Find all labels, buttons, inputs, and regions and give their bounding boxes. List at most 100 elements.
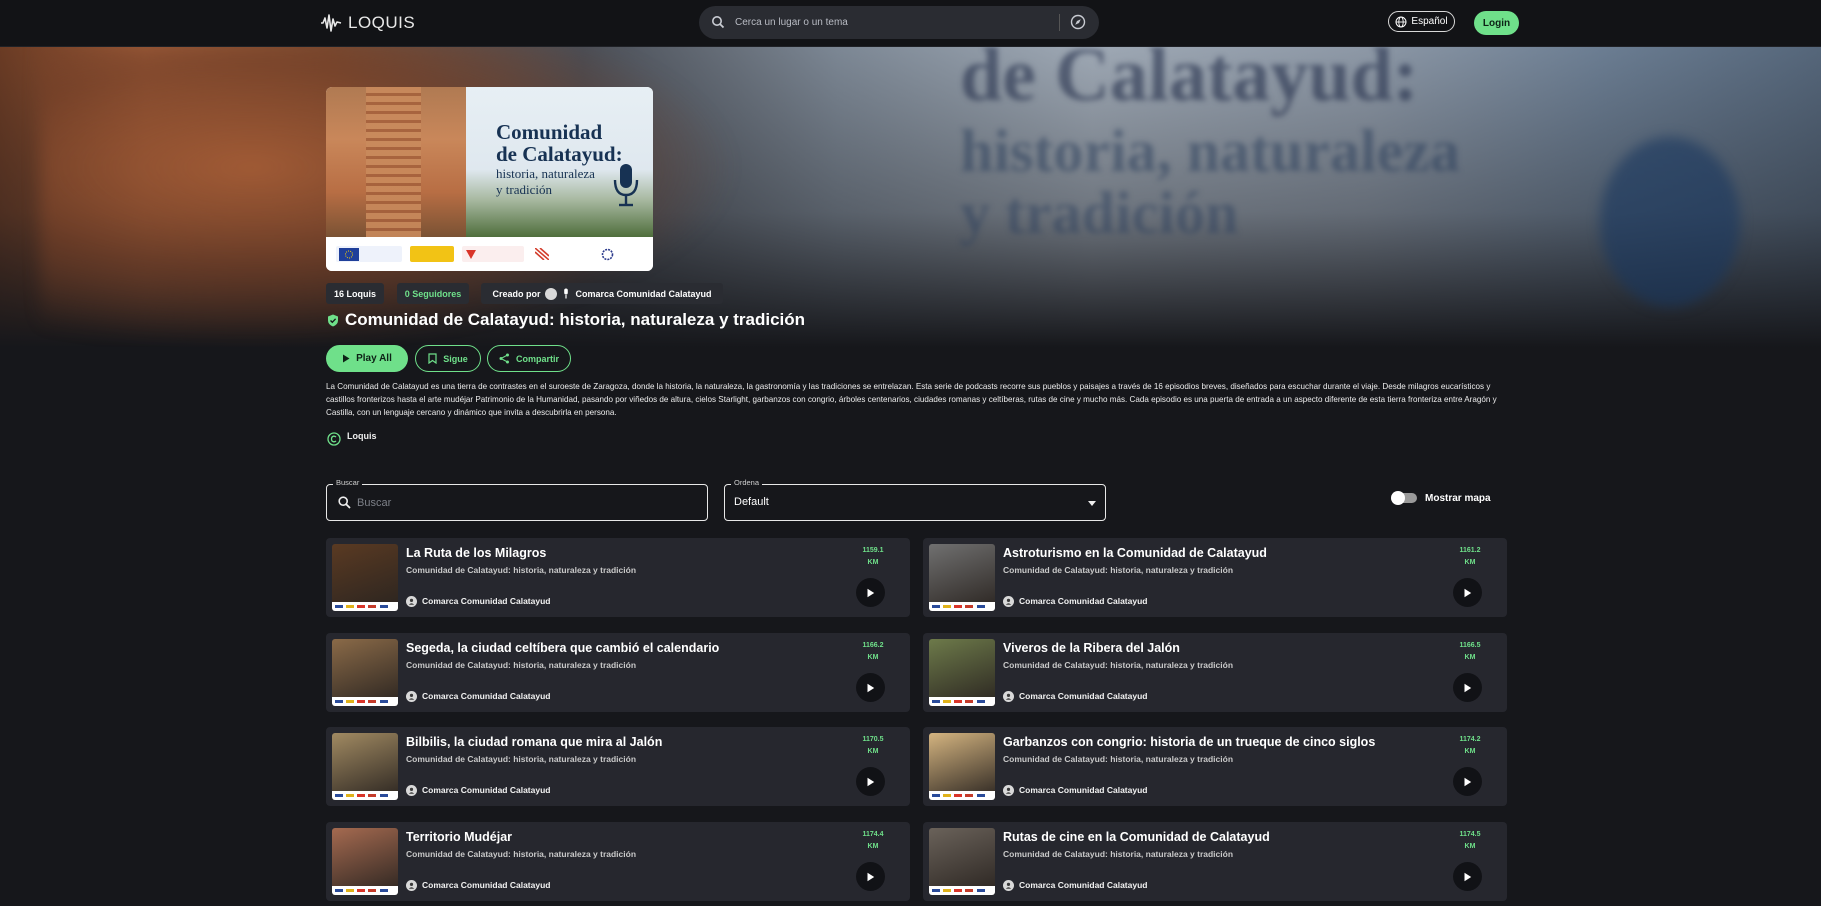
global-search[interactable] [699,6,1099,39]
distance-unit: KM [1464,748,1476,755]
distance-badge: 1159.1 KM [860,545,886,569]
episode-card[interactable]: Viveros de la Ribera del Jalón Comunidad … [923,633,1507,712]
thumbnail-sponsor-band [929,602,995,611]
share-icon [499,353,509,364]
distance-badge: 1174.4 KM [860,829,886,853]
author-avatar [406,784,417,796]
share-button[interactable]: Compartir [487,345,571,372]
collection-title: Comunidad de Calatayud: historia, natura… [345,310,806,329]
episode-play-button[interactable] [1453,673,1482,702]
compass-icon[interactable] [1070,14,1086,30]
show-map-toggle[interactable]: Mostrar mapa [1391,490,1491,506]
follow-button[interactable]: Sigue [415,345,481,372]
episode-author[interactable]: Comarca Comunidad Calatayud [406,784,550,796]
distance-unit: KM [867,559,879,566]
author-name: Comarca Comunidad Calatayud [422,880,551,890]
episode-author[interactable]: Comarca Comunidad Calatayud [1003,784,1147,796]
episode-author[interactable]: Comarca Comunidad Calatayud [406,879,550,891]
play-icon [1464,683,1472,692]
author-avatar [1003,690,1014,702]
episode-thumbnail[interactable] [929,828,995,895]
thumbnail-sponsor-band [332,602,398,611]
episode-title[interactable]: Viveros de la Ribera del Jalón [1003,641,1180,655]
loquis-logo[interactable]: LOQUIS [320,12,415,34]
distance-badge: 1174.2 KM [1457,734,1483,758]
episode-title[interactable]: Rutas de cine en la Comunidad de Calatay… [1003,830,1270,844]
distance-value: 1174.5 [1459,831,1481,838]
distance-value: 1166.2 [862,642,884,649]
episode-play-button[interactable] [856,862,885,891]
episode-play-button[interactable] [856,767,885,796]
play-icon [1464,588,1472,597]
episode-author[interactable]: Comarca Comunidad Calatayud [406,595,550,607]
distance-value: 1166.5 [1459,642,1481,649]
distance-unit: KM [867,843,879,850]
episode-thumbnail[interactable] [332,828,398,895]
distance-badge: 1166.2 KM [860,640,886,664]
podcaster-icon [408,693,415,700]
episode-collection: Comunidad de Calatayud: historia, natura… [1003,849,1234,859]
order-select[interactable]: Ordena Default [724,478,1106,521]
thumbnail-sponsor-band [332,886,398,895]
episode-search-label: Buscar [333,478,363,487]
episode-card[interactable]: La Ruta de los Milagros Comunidad de Cala… [326,538,910,617]
eu-logo [336,246,402,262]
episode-play-button[interactable] [1453,862,1482,891]
episode-thumbnail[interactable] [332,639,398,706]
episode-card[interactable]: Astroturismo en la Comunidad de Calatayu… [923,538,1507,617]
creator-chip[interactable]: Creado por Comarca Comunidad Calatayud [481,283,723,304]
distance-value: 1174.2 [1459,736,1481,743]
episode-thumbnail[interactable] [332,733,398,800]
distance-value: 1159.1 [862,547,884,554]
caret-down-icon [1088,501,1096,506]
episode-card[interactable]: Segeda, la ciudad celtíbera que cambió e… [326,633,910,712]
episode-author[interactable]: Comarca Comunidad Calatayud [1003,879,1147,891]
microphone-small-icon [564,288,569,299]
distance-badge: 1161.2 KM [1457,545,1483,569]
language-button[interactable]: Español [1388,11,1455,32]
author-name: Comarca Comunidad Calatayud [1019,880,1148,890]
episode-card[interactable]: Garbanzos con congrio: historia de un tr… [923,727,1507,806]
episode-title[interactable]: Astroturismo en la Comunidad de Calatayu… [1003,546,1267,560]
episode-play-button[interactable] [856,578,885,607]
order-label: Ordena [731,478,763,487]
episode-title[interactable]: Segeda, la ciudad celtíbera que cambió e… [406,641,719,655]
episode-author[interactable]: Comarca Comunidad Calatayud [1003,595,1147,607]
episode-title[interactable]: Territorio Mudéjar [406,830,512,844]
podcaster-icon [1005,787,1012,794]
author-avatar [406,879,417,891]
distance-value: 1161.2 [1459,547,1481,554]
episode-thumbnail[interactable] [332,544,398,611]
page-title: Comunidad de Calatayud: historia, natura… [327,309,805,331]
distance-unit: KM [1464,654,1476,661]
episode-play-button[interactable] [1453,767,1482,796]
distance-badge: 1174.5 KM [1457,829,1483,853]
episode-play-button[interactable] [856,673,885,702]
episode-card[interactable]: Rutas de cine en la Comunidad de Calatay… [923,822,1507,901]
play-icon [867,777,875,786]
episode-thumbnail[interactable] [929,733,995,800]
episode-card[interactable]: Bilbilis, la ciudad romana que mira al J… [326,727,910,806]
episode-title[interactable]: Garbanzos con congrio: historia de un tr… [1003,735,1375,749]
show-map-label: Mostrar mapa [1425,492,1491,504]
episode-play-button[interactable] [1453,578,1482,607]
distance-unit: KM [1464,559,1476,566]
episode-author[interactable]: Comarca Comunidad Calatayud [406,690,550,702]
podcaster-icon [1005,693,1012,700]
login-button[interactable]: Login [1474,11,1519,35]
episode-card[interactable]: Territorio Mudéjar Comunidad de Calatayud… [326,822,910,901]
play-all-button[interactable]: Play All [326,345,408,372]
episode-author[interactable]: Comarca Comunidad Calatayud [1003,690,1147,702]
followers-chip[interactable]: 0 Seguidores [397,283,469,304]
distance-unit: KM [867,654,879,661]
toggle-switch[interactable] [1391,491,1417,505]
toggle-knob [1391,491,1405,505]
episode-thumbnail[interactable] [929,544,995,611]
episode-title[interactable]: Bilbilis, la ciudad romana que mira al J… [406,735,662,749]
thumbnail-sponsor-band [929,697,995,706]
global-search-input[interactable] [735,12,1055,33]
episode-search-field[interactable]: Buscar [326,478,708,521]
episode-thumbnail[interactable] [929,639,995,706]
episode-title[interactable]: La Ruta de los Milagros [406,546,546,560]
episode-search-input[interactable] [357,494,657,512]
